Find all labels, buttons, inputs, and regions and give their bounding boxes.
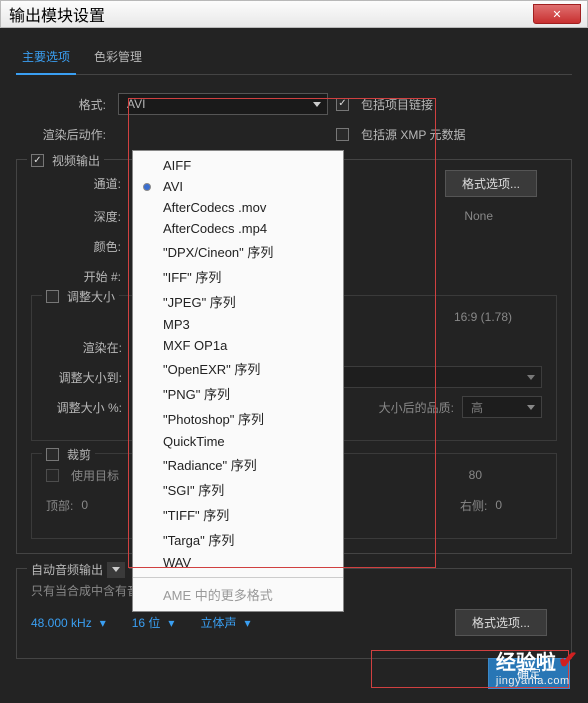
dd-item-openexr[interactable]: "OpenEXR" 序列 <box>133 356 343 381</box>
dd-item-targa[interactable]: "Targa" 序列 <box>133 527 343 552</box>
depth-value: None <box>464 209 493 223</box>
window-body: 主要选项 色彩管理 格式: AVI 包括项目链接 渲染后动作: 包括源 XMP … <box>0 28 588 703</box>
depth-label: 深度: <box>31 208 121 225</box>
include-xmp-checkbox[interactable] <box>336 128 349 141</box>
audio-bit-select[interactable]: 16 位 <box>132 614 161 631</box>
auto-audio-label: 自动音频输出 <box>31 561 107 578</box>
dd-item-mp3[interactable]: MP3 <box>133 314 343 335</box>
crop-top-label: 顶部: <box>46 497 73 514</box>
include-project-link-checkbox[interactable] <box>336 98 349 111</box>
check-icon: ✔ <box>558 646 578 675</box>
dd-item-photoshop[interactable]: "Photoshop" 序列 <box>133 406 343 431</box>
chevron-down-icon <box>313 102 321 107</box>
dd-item-png[interactable]: "PNG" 序列 <box>133 381 343 406</box>
dd-item-quicktime[interactable]: QuickTime <box>133 431 343 452</box>
resize-to-label: 调整大小到: <box>46 369 122 386</box>
crop-label: 裁剪 <box>67 446 91 463</box>
resize-label: 调整大小 <box>67 288 115 305</box>
format-section: 格式: AVI 包括项目链接 渲染后动作: 包括源 XMP 元数据 <box>16 93 572 145</box>
chevron-down-icon <box>527 375 535 380</box>
dd-item-wav[interactable]: WAV <box>133 552 343 573</box>
video-output-label: 视频输出 <box>52 152 100 169</box>
color-label: 颜色: <box>31 238 121 255</box>
post-render-label: 渲染后动作: <box>16 126 106 143</box>
crop-right-value: 0 <box>495 498 502 512</box>
dd-item-tiff[interactable]: "TIFF" 序列 <box>133 502 343 527</box>
resize-to-select[interactable] <box>342 366 542 388</box>
render-at-label: 渲染在: <box>46 339 122 356</box>
resize-quality-value: 高 <box>471 399 483 416</box>
format-select[interactable]: AVI <box>118 93 328 115</box>
close-button[interactable]: ✕ <box>533 4 581 24</box>
dropdown-separator <box>133 577 343 578</box>
titlebar: 输出模块设置 ✕ <box>0 0 588 28</box>
use-target-checkbox[interactable] <box>46 469 59 482</box>
resize-quality-select[interactable]: 高 <box>462 396 542 418</box>
audio-stereo-select[interactable]: 立体声 <box>200 614 236 631</box>
format-select-value: AVI <box>127 97 145 111</box>
resize-quality-label: 大小后的品质: <box>379 399 454 416</box>
audio-khz-select[interactable]: 48.000 kHz <box>31 616 92 630</box>
format-label: 格式: <box>16 96 106 113</box>
include-xmp-label: 包括源 XMP 元数据 <box>361 126 465 143</box>
dd-item-mxf[interactable]: MXF OP1a <box>133 335 343 356</box>
auto-audio-dropdown[interactable] <box>107 562 125 578</box>
window-title: 输出模块设置 <box>9 2 105 26</box>
chevron-down-icon: ▾ <box>168 616 174 630</box>
dd-item-dpx[interactable]: "DPX/Cineon" 序列 <box>133 239 343 264</box>
resize-checkbox[interactable] <box>46 290 59 303</box>
crop-checkbox[interactable] <box>46 448 59 461</box>
channel-label: 通道: <box>31 175 121 192</box>
watermark-en: jingyanla.com <box>496 675 578 687</box>
dd-item-avi[interactable]: AVI <box>133 176 343 197</box>
chevron-down-icon: ▾ <box>100 616 106 630</box>
start-num-label: 开始 #: <box>31 268 121 285</box>
tab-color-management[interactable]: 色彩管理 <box>88 44 148 74</box>
dd-item-radiance[interactable]: "Radiance" 序列 <box>133 452 343 477</box>
tab-main-options[interactable]: 主要选项 <box>16 44 76 75</box>
include-project-link-label: 包括项目链接 <box>361 96 433 113</box>
close-icon: ✕ <box>552 8 561 21</box>
tab-bar: 主要选项 色彩管理 <box>16 44 572 75</box>
chevron-down-icon: ▾ <box>244 616 250 630</box>
video-output-checkbox[interactable] <box>31 154 44 167</box>
crop-top-value: 0 <box>81 498 88 512</box>
dd-item-ame-more: AME 中的更多格式 <box>133 582 343 607</box>
watermark-cn: 经验啦 <box>496 646 556 675</box>
format-dropdown-menu: AIFF AVI AfterCodecs .mov AfterCodecs .m… <box>132 150 344 612</box>
watermark: 经验啦✔ jingyanla.com <box>496 646 578 687</box>
video-format-options-button[interactable]: 格式选项... <box>445 170 537 197</box>
crop-eighty: 80 <box>469 468 482 482</box>
audio-format-options-button[interactable]: 格式选项... <box>455 609 547 636</box>
dd-item-aiff[interactable]: AIFF <box>133 155 343 176</box>
aspect-info: 16:9 (1.78) <box>454 310 512 324</box>
dd-item-jpeg[interactable]: "JPEG" 序列 <box>133 289 343 314</box>
resize-pct-label: 调整大小 %: <box>46 399 122 416</box>
dd-item-aftercodecs-mp4[interactable]: AfterCodecs .mp4 <box>133 218 343 239</box>
dd-item-aftercodecs-mov[interactable]: AfterCodecs .mov <box>133 197 343 218</box>
dd-item-sgi[interactable]: "SGI" 序列 <box>133 477 343 502</box>
crop-right-label: 右侧: <box>460 497 487 514</box>
use-target-label: 使用目标 <box>71 467 119 484</box>
dd-item-iff[interactable]: "IFF" 序列 <box>133 264 343 289</box>
chevron-down-icon <box>527 405 535 410</box>
